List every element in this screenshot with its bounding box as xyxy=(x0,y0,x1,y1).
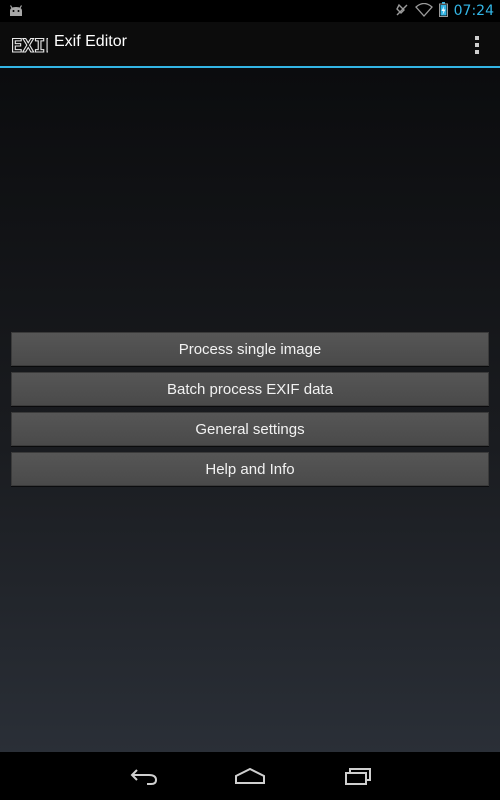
screen: 07:24 EXIF Exif Editor Process single im… xyxy=(0,0,500,800)
recent-apps-icon[interactable] xyxy=(338,764,378,788)
status-icons: 07:24 xyxy=(395,0,494,22)
main-content: Process single image Batch process EXIF … xyxy=(0,68,500,752)
android-notification-icon xyxy=(8,3,24,17)
batch-process-button[interactable]: Batch process EXIF data xyxy=(11,372,489,406)
help-and-info-button[interactable]: Help and Info xyxy=(11,452,489,486)
battery-charging-icon xyxy=(438,1,448,21)
app-title: Exif Editor xyxy=(54,33,127,50)
menu-button-list: Process single image Batch process EXIF … xyxy=(11,332,489,492)
svg-text:EXIF: EXIF xyxy=(11,35,48,57)
navigation-bar xyxy=(0,752,500,800)
button-label: Help and Info xyxy=(205,460,295,478)
status-bar: 07:24 xyxy=(0,0,500,22)
button-label: Process single image xyxy=(178,340,322,358)
back-icon[interactable] xyxy=(124,764,164,788)
overflow-menu-icon[interactable] xyxy=(468,34,486,56)
wifi-icon xyxy=(414,2,433,21)
exif-logo-icon[interactable]: EXIF xyxy=(10,31,57,57)
clock: 07:24 xyxy=(453,3,494,19)
button-label: General settings xyxy=(195,420,305,438)
mute-icon xyxy=(395,2,409,21)
action-bar: EXIF Exif Editor xyxy=(0,22,500,66)
general-settings-button[interactable]: General settings xyxy=(11,412,489,446)
home-icon[interactable] xyxy=(230,764,270,788)
process-single-image-button[interactable]: Process single image xyxy=(11,332,489,366)
button-label: Batch process EXIF data xyxy=(167,380,333,398)
